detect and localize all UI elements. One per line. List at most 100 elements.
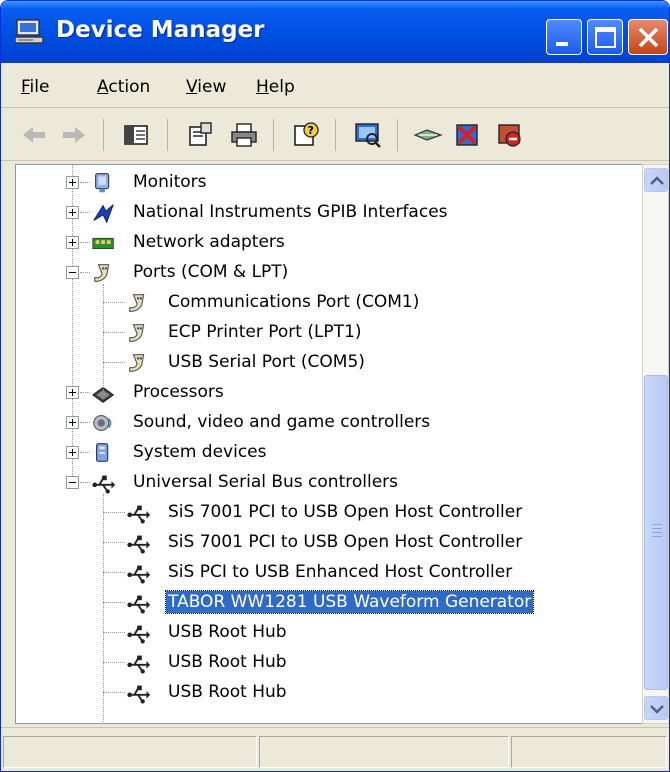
tree-connector [103, 284, 104, 392]
network-card-icon [92, 237, 114, 250]
tree-connector [103, 494, 104, 722]
expand-icon[interactable] [66, 176, 79, 189]
usb-icon [127, 625, 151, 644]
tree-category-row[interactable]: Processors [16, 378, 642, 408]
properties-icon[interactable] [185, 121, 215, 149]
tree-category-row[interactable]: Ports (COM & LPT) [16, 258, 642, 288]
tree-node-label[interactable]: Communications Port (COM1) [166, 291, 421, 313]
expand-icon[interactable] [66, 206, 79, 219]
forward-arrow-icon[interactable] [59, 121, 89, 149]
tree-node-label[interactable]: SiS 7001 PCI to USB Open Host Controller [166, 501, 524, 523]
toolbar-separator [273, 119, 274, 151]
tree-device-row[interactable]: USB Root Hub [16, 648, 642, 678]
port-icon [94, 264, 110, 282]
tree-node-label[interactable]: USB Root Hub [166, 681, 289, 703]
menu-file[interactable]: File [21, 77, 49, 97]
tree-device-row[interactable]: TABOR WW1281 USB Waveform Generator [16, 588, 642, 618]
tree-connector [103, 572, 125, 573]
scan-hardware-icon[interactable] [353, 121, 383, 149]
tree-device-row[interactable]: SiS 7001 PCI to USB Open Host Controller [16, 528, 642, 558]
tree-category-row[interactable]: Universal Serial Bus controllers [16, 468, 642, 498]
disable-icon[interactable] [495, 121, 525, 149]
tree-node-label[interactable]: Network adapters [131, 231, 287, 253]
tree-node-label[interactable]: Universal Serial Bus controllers [131, 471, 400, 493]
usb-icon [127, 685, 151, 704]
tree-category-row[interactable]: System devices [16, 438, 642, 468]
tree-connector [103, 332, 125, 333]
tree-connector [103, 602, 125, 603]
vertical-scrollbar[interactable] [642, 164, 669, 724]
tree-connector [80, 272, 90, 273]
collapse-icon[interactable] [66, 266, 79, 279]
tree-category-row[interactable]: National Instruments GPIB Interfaces [16, 198, 642, 228]
tree-node-label[interactable]: SiS PCI to USB Enhanced Host Controller [166, 561, 514, 583]
tree-device-row[interactable]: USB Root Hub [16, 678, 642, 708]
update-driver-icon[interactable] [413, 121, 443, 149]
toolbar: ? [1, 109, 669, 161]
ni-gpib-icon [93, 204, 114, 224]
menu-help[interactable]: Help [256, 77, 295, 97]
tree-node-label[interactable]: USB Root Hub [166, 651, 289, 673]
expand-icon[interactable] [66, 386, 79, 399]
minimize-icon [556, 42, 568, 46]
print-icon[interactable] [229, 121, 259, 149]
usb-icon [127, 505, 151, 524]
tree-node-label[interactable]: USB Root Hub [166, 621, 289, 643]
tree-node-label[interactable]: National Instruments GPIB Interfaces [131, 201, 450, 223]
usb-icon [127, 655, 151, 674]
tree-node-label[interactable]: Ports (COM & LPT) [131, 261, 290, 283]
show-hide-console-tree-icon[interactable] [121, 121, 151, 149]
tree-device-row[interactable]: SiS 7001 PCI to USB Open Host Controller [16, 498, 642, 528]
expand-icon[interactable] [66, 236, 79, 249]
back-arrow-icon[interactable] [19, 121, 49, 149]
close-button[interactable] [628, 19, 668, 55]
tree-node-label[interactable]: Processors [131, 381, 226, 403]
uninstall-icon[interactable] [453, 121, 483, 149]
minimize-button[interactable] [546, 19, 582, 55]
status-pane-middle [259, 736, 509, 768]
tree-node-label[interactable]: USB Serial Port (COM5) [166, 351, 367, 373]
tree-device-row[interactable]: SiS PCI to USB Enhanced Host Controller [16, 558, 642, 588]
menu-action-accel: A [97, 77, 109, 97]
svg-text:?: ? [308, 124, 314, 137]
scroll-down-button[interactable] [644, 696, 668, 720]
tree-device-row[interactable]: Communications Port (COM1) [16, 288, 642, 318]
menu-action[interactable]: Action [97, 77, 150, 97]
scroll-up-button[interactable] [644, 168, 668, 192]
tree-connector [80, 212, 90, 213]
tree-category-row[interactable]: Monitors [16, 168, 642, 198]
tree-device-row[interactable]: ECP Printer Port (LPT1) [16, 318, 642, 348]
status-bar [1, 727, 669, 771]
tree-node-label[interactable]: ECP Printer Port (LPT1) [166, 321, 364, 343]
help-icon[interactable]: ? [291, 121, 321, 149]
usb-icon [92, 475, 116, 494]
thumb-grip [652, 528, 662, 529]
expand-icon[interactable] [66, 416, 79, 429]
tree-node-label[interactable]: System devices [131, 441, 269, 463]
maximize-button[interactable] [587, 19, 623, 55]
tree-connector [103, 542, 125, 543]
menu-view[interactable]: View [186, 77, 226, 97]
tree-node-label[interactable]: Monitors [131, 171, 208, 193]
device-manager-window: Device Manager File Action View Help ? M… [0, 0, 670, 772]
tree-connector [103, 632, 125, 633]
tree-node-label[interactable]: SiS 7001 PCI to USB Open Host Controller [166, 531, 524, 553]
speaker-icon [93, 415, 112, 431]
tree-category-row[interactable]: Network adapters [16, 228, 642, 258]
menu-view-accel: V [186, 77, 198, 97]
tree-category-row[interactable]: Sound, video and game controllers [16, 408, 642, 438]
menu-help-accel: H [256, 77, 269, 97]
tree-connector [80, 182, 90, 183]
port-icon [129, 354, 145, 372]
selected-device-label[interactable]: TABOR WW1281 USB Waveform Generator [164, 590, 535, 614]
device-tree[interactable]: Monitors National Instruments GPIB Interf… [15, 164, 643, 724]
port-icon [129, 294, 145, 312]
tree-node-label[interactable]: Sound, video and game controllers [131, 411, 432, 433]
tree-connector [103, 302, 125, 303]
tree-device-row[interactable]: USB Root Hub [16, 618, 642, 648]
title-bar[interactable]: Device Manager [1, 1, 669, 63]
expand-icon[interactable] [66, 446, 79, 459]
collapse-icon[interactable] [66, 476, 79, 489]
scroll-thumb[interactable] [644, 375, 668, 690]
tree-device-row[interactable]: USB Serial Port (COM5) [16, 348, 642, 378]
